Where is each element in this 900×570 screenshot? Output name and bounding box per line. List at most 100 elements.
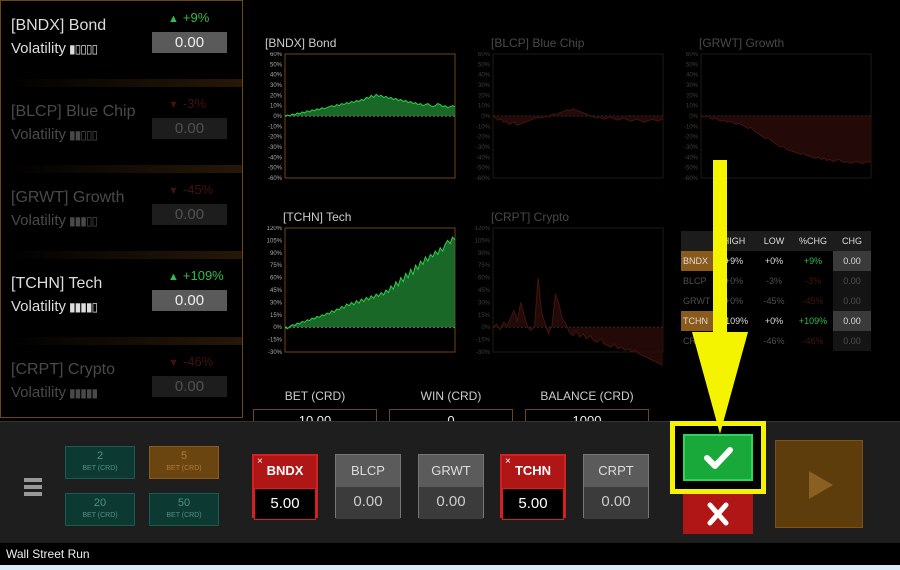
y-tick-label: -10% [476,124,491,130]
stats-row: GRWT +0% -45% -45% 0.00 [681,291,871,311]
y-tick-label: -10% [268,124,283,130]
chart-blcp: [BLCP] Blue Chip 60% 50% 40% 30% 20% 10% 0% -10… [473,36,664,196]
volatility-label: Volatility ▮▮▯▯▯ [11,126,98,143]
bet-slot-ticker: TCHN [514,463,552,478]
cancel-button[interactable] [683,494,753,534]
y-tick-label: -60% [684,176,699,182]
bet-slot-amount: 0.00 [419,487,483,519]
bet-slot-amount: 0.00 [336,487,400,519]
divider [1,337,242,345]
chart-plot: 120% 105% 90% 75% 60% 45% 30% 15% 0% -15% -30% [475,226,664,366]
y-tick-label: -30% [684,145,699,151]
y-tick-label: 20% [478,93,491,99]
hamburger-icon[interactable] [24,478,42,498]
chart-grwt: [GRWT] Growth 60% 50% 40% 30% 20% 10% 0% -10% -2… [681,36,872,196]
y-tick-label: 120% [475,226,491,232]
confirm-button[interactable] [683,434,753,481]
y-tick-label: 45% [270,288,283,294]
chart-title: [BLCP] Blue Chip [491,36,585,50]
bet-slot-bndx[interactable]: × BNDX 5.00 [252,454,318,520]
bet-slot-ticker: BLCP [351,463,385,478]
asset-value: 0.00 [152,290,227,311]
change-indicator: ▼ -45% [168,182,214,197]
y-tick-label: 40% [686,73,699,79]
stats-row: TCHN +109% +0% +109% 0.00 [681,311,871,331]
ticker-cell: CRPT [683,336,708,346]
chip-5[interactable]: 5 BET (CRD) [149,446,219,479]
y-tick-label: -40% [268,155,283,161]
check-icon [704,447,733,469]
pct-change-cell: -46% [802,336,824,346]
pct-change-cell: +9% [803,256,823,266]
high-cell: +0% [724,276,744,286]
volatility-meter: ▮▯▯▯▯ [69,42,98,56]
change-cell: 0.00 [833,311,871,331]
stats-row: BLCP +0% -3% -3% 0.00 [681,271,871,291]
asset-list: [BNDX] Bond Volatility ▮▯▯▯▯ ▲ +9% 0.00 [B… [0,0,243,418]
y-tick-label: -60% [268,176,283,182]
y-tick-label: -15% [268,338,283,344]
series-area [701,116,871,164]
change-indicator: ▲ +9% [168,10,210,25]
y-tick-label: 20% [686,93,699,99]
stats-header-row: HIGH LOW %CHG CHG [681,231,871,251]
chart-title: [TCHN] Tech [283,210,352,224]
chip-50[interactable]: 50 BET (CRD) [149,493,219,526]
stats-row: CRPT +10% -46% -46% 0.00 [681,331,871,351]
y-tick-label: 30% [478,83,491,89]
chart-plot: 120% 105% 90% 75% 60% 45% 30% 15% 0% -15% -30% [267,226,456,356]
play-icon [809,471,833,499]
y-tick-label: -40% [684,155,699,161]
window-edge [0,565,900,570]
ticker-cell: TCHN [681,311,713,331]
y-tick-label: 20% [270,93,283,99]
stats-row: BNDX +9% +0% +9% 0.00 [681,251,871,271]
asset-tchn[interactable]: [TCHN] Tech Volatility ▮▮▮▮▯ ▲ +109% 0.00 [1,259,242,337]
bet-slot-grwt[interactable]: GRWT 0.00 [418,454,484,519]
remove-bet-icon[interactable]: × [505,457,511,467]
asset-crpt[interactable]: [CRPT] Crypto Volatility ▮▮▮▮▮ ▼ -46% 0.00 [1,345,242,423]
high-cell: +0% [724,296,744,306]
divider [1,79,242,87]
low-cell: +0% [764,316,784,326]
chart-bndx: [BNDX] Bond 60% 50% 40% 30% 20% 10% 0% -10% -20%… [265,36,456,196]
chart-tchn: [TCHN] Tech 120% 105% 90% 75% 60% 45% 30% 15% 0%… [265,210,456,370]
change-cell: 0.00 [833,331,871,351]
remove-bet-icon[interactable]: × [257,457,263,467]
volatility-meter: ▮▮▮▮▮ [69,386,98,400]
y-tick-label: 40% [270,73,283,79]
y-tick-label: -50% [684,166,699,172]
y-tick-label: 90% [478,251,491,257]
bet-slot-tchn[interactable]: × TCHN 5.00 [500,454,566,520]
asset-name: [GRWT] Growth [11,189,125,206]
y-tick-label: 105% [475,238,491,244]
asset-blcp[interactable]: [BLCP] Blue Chip Volatility ▮▮▯▯▯ ▼ -3% 0.… [1,87,242,165]
volatility-label: Volatility ▮▯▯▯▯ [11,40,98,57]
asset-bndx[interactable]: [BNDX] Bond Volatility ▮▯▯▯▯ ▲ +9% 0.00 [1,1,242,79]
y-tick-label: 0% [481,114,490,120]
low-cell: +0% [764,256,784,266]
y-tick-label: -50% [476,166,491,172]
volatility-label: Volatility ▮▮▮▮▯ [11,298,98,315]
asset-grwt[interactable]: [GRWT] Growth Volatility ▮▮▮▯▯ ▼ -45% 0.00 [1,173,242,251]
bet-slot-ticker: CRPT [598,463,634,478]
chip-20[interactable]: 20 BET (CRD) [65,493,135,526]
y-tick-label: -30% [476,145,491,151]
bet-slot-crpt[interactable]: CRPT 0.00 [583,454,649,519]
chip-2[interactable]: 2 BET (CRD) [65,446,135,479]
y-tick-label: -15% [476,338,491,344]
divider [1,251,242,259]
y-tick-label: 60% [478,52,491,58]
chart-title: [CRPT] Crypto [491,210,570,224]
play-button[interactable] [775,440,863,528]
high-cell: +9% [724,256,744,266]
change-indicator: ▼ -3% [168,96,207,111]
stats-header: LOW [763,236,785,246]
app-title: Wall Street Run [6,547,90,561]
y-tick-label: 90% [270,251,283,257]
y-tick-label: -30% [476,350,491,356]
up-arrow-icon: ▲ [168,271,179,283]
y-tick-label: 10% [686,104,699,110]
y-tick-label: 15% [270,313,283,319]
bet-slot-blcp[interactable]: BLCP 0.00 [335,454,401,519]
